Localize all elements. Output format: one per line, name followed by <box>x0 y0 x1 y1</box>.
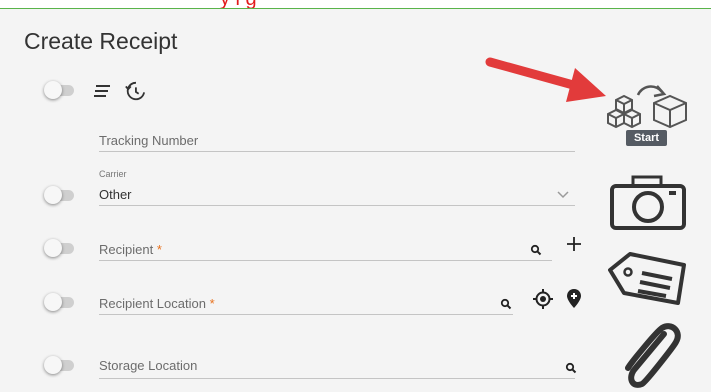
carrier-select[interactable]: Carrier Other <box>99 169 575 206</box>
recipient-label: Recipient * <box>99 242 162 257</box>
page-title: Create Receipt <box>24 28 178 54</box>
toggle-knob <box>44 186 62 204</box>
tag-icon[interactable] <box>608 248 688 308</box>
add-icon[interactable] <box>566 236 582 252</box>
toggle-knob <box>44 81 62 99</box>
toggle-all[interactable] <box>44 81 76 99</box>
banner-text: y i g <box>220 0 257 8</box>
locate-icon[interactable] <box>532 288 554 310</box>
annotation-arrow-icon <box>485 57 606 102</box>
tracking-number-label: Tracking Number <box>99 133 199 148</box>
carrier-value: Other <box>99 187 132 202</box>
list-icon[interactable] <box>93 84 111 98</box>
search-icon[interactable] <box>530 244 542 256</box>
toggle-knob <box>44 293 62 311</box>
recipient-location-toggle[interactable] <box>44 293 76 311</box>
storage-location-toggle[interactable] <box>44 356 76 374</box>
tracking-number-field[interactable]: Tracking Number <box>99 131 575 152</box>
top-banner: y i g <box>0 0 711 9</box>
camera-icon[interactable] <box>609 175 687 231</box>
recipient-field[interactable]: Recipient * <box>99 240 552 261</box>
start-boxes-icon[interactable] <box>604 82 690 134</box>
carrier-toggle[interactable] <box>44 186 76 204</box>
recipient-location-field[interactable]: Recipient Location * <box>99 294 513 315</box>
search-icon[interactable] <box>500 298 512 310</box>
chevron-down-icon[interactable] <box>557 191 569 199</box>
storage-location-field[interactable]: Storage Location <box>99 356 577 379</box>
recipient-location-label: Recipient Location * <box>99 296 215 311</box>
toggle-knob <box>44 239 62 257</box>
start-button[interactable]: Start <box>626 130 667 146</box>
carrier-label: Carrier <box>99 169 127 179</box>
add-location-icon[interactable] <box>566 288 582 310</box>
storage-location-label: Storage Location <box>99 358 198 373</box>
search-icon[interactable] <box>565 362 577 374</box>
history-icon[interactable] <box>124 80 146 102</box>
paperclip-icon[interactable] <box>618 318 684 390</box>
toggle-knob <box>44 356 62 374</box>
recipient-toggle[interactable] <box>44 239 76 257</box>
